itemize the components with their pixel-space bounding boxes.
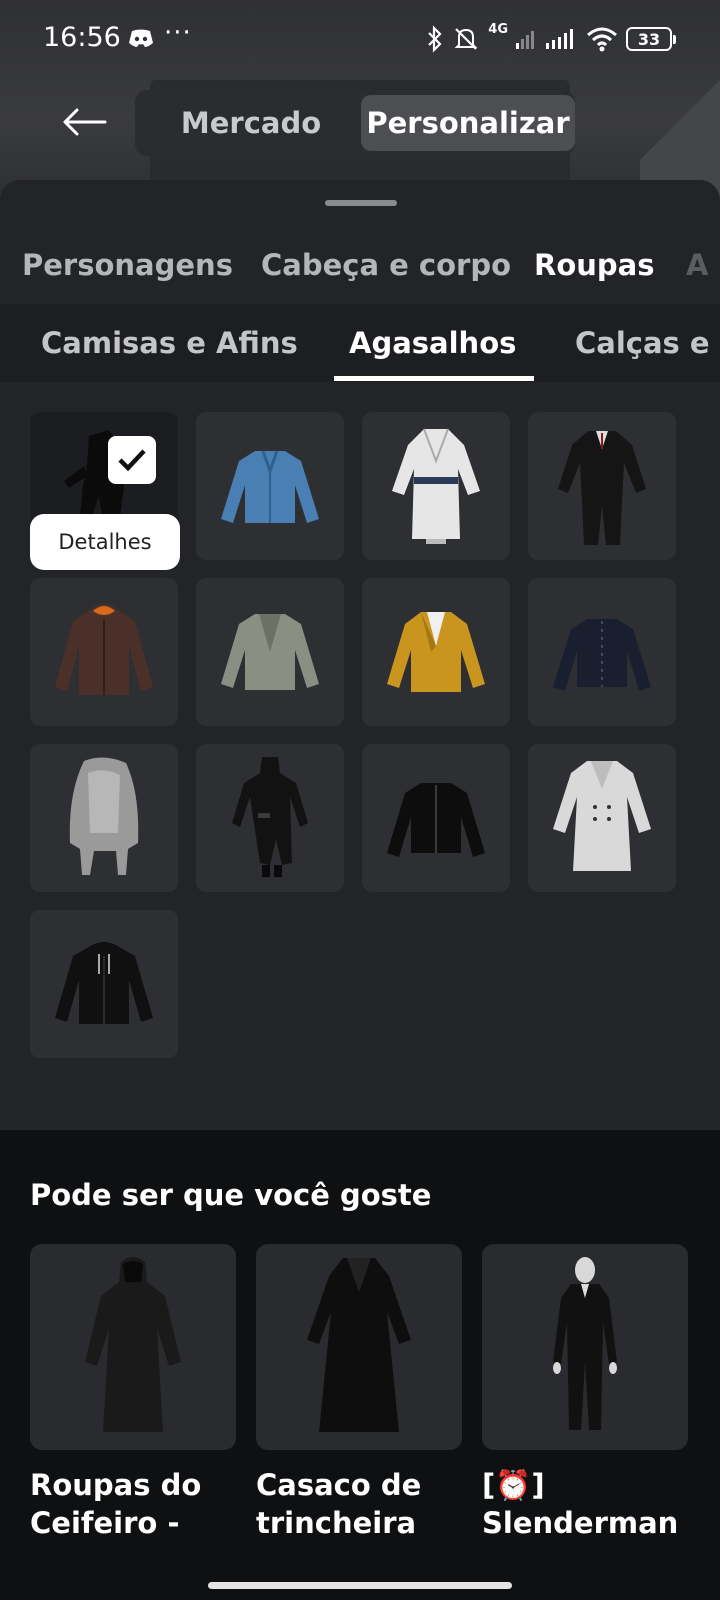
status-time: 16:56: [43, 22, 121, 53]
details-button[interactable]: Detalhes: [30, 514, 180, 570]
battery-level: 33: [637, 29, 661, 49]
recommendation-name: Casaco de trincheira de: [256, 1468, 422, 1540]
network-type: 4G: [488, 22, 508, 37]
wifi-icon: [587, 27, 617, 52]
fur-coat-icon: [69, 757, 139, 875]
trench-coat-icon: [307, 1258, 411, 1432]
grid-item[interactable]: [30, 744, 178, 892]
recommendation-name: [⏰] Slenderman: [482, 1468, 679, 1540]
battery-icon: 33: [626, 27, 676, 51]
status-icons: 4G 33: [426, 22, 676, 54]
checkmark-icon: [118, 449, 146, 472]
recommendation-card[interactable]: Casaco de trincheira de: [256, 1244, 462, 1544]
subtab-agasalhos[interactable]: Agasalhos: [349, 326, 516, 360]
recommendation-thumbnail: [30, 1244, 236, 1450]
white-robe-icon: [392, 428, 480, 544]
recommendation-thumbnail: [482, 1244, 688, 1450]
black-suit-icon: [558, 431, 646, 545]
slenderman-icon: [553, 1257, 617, 1430]
home-indicator[interactable]: [208, 1582, 512, 1589]
recommendation-name: Roupas do Ceifeiro -: [30, 1468, 202, 1540]
navy-jacket-icon: [553, 619, 651, 691]
recommendation-thumbnail: [256, 1244, 462, 1450]
grid-item[interactable]: [528, 578, 676, 726]
back-button[interactable]: [56, 100, 112, 144]
signal-icon: [516, 31, 534, 49]
grid-item[interactable]: [30, 578, 178, 726]
grid-item[interactable]: [362, 412, 510, 560]
drag-handle[interactable]: [325, 200, 397, 206]
tab-cabeca-e-corpo[interactable]: Cabeça e corpo: [261, 248, 511, 282]
status-bar: 16:56 ··· 4G 33: [0, 0, 720, 80]
signal-icon: [546, 29, 573, 49]
tab-roupas[interactable]: Roupas: [534, 248, 655, 282]
category-tabs: Personagens Cabeça e corpo Roupas A: [0, 240, 720, 304]
white-trench-coat-icon: [553, 761, 651, 871]
gold-blazer-icon: [387, 612, 485, 692]
back-arrow-icon: [63, 108, 107, 136]
grid-item[interactable]: [528, 412, 676, 560]
recommendation-card[interactable]: Roupas do Ceifeiro -: [30, 1244, 236, 1544]
segment-mercado[interactable]: Mercado: [141, 95, 361, 151]
grid-item[interactable]: [362, 744, 510, 892]
black-hoodie-icon: [55, 942, 153, 1024]
subtab-calcas[interactable]: Calças e: [575, 326, 710, 360]
black-leather-jacket-icon: [387, 783, 485, 857]
discord-icon: [129, 29, 153, 47]
tab-partial[interactable]: A: [686, 248, 708, 282]
grid-item[interactable]: [362, 578, 510, 726]
tab-personagens[interactable]: Personagens: [22, 248, 233, 282]
more-notifications-icon: ···: [164, 18, 192, 48]
grid-item[interactable]: [196, 578, 344, 726]
denim-jacket-icon: [221, 450, 319, 523]
grid-item[interactable]: [196, 412, 344, 560]
muted-bell-icon: [454, 28, 478, 50]
grid-item[interactable]: [30, 910, 178, 1058]
brown-parka-icon: [55, 604, 153, 695]
reaper-robe-icon: [85, 1257, 181, 1432]
recommendations-section: Pode ser que você goste Roupas do Ceifei…: [0, 1130, 720, 1570]
grid-item[interactable]: [528, 744, 676, 892]
active-tab-indicator: [334, 376, 534, 381]
subtab-camisas-e-afins[interactable]: Camisas e Afins: [41, 326, 298, 360]
selected-checkbox[interactable]: [108, 436, 156, 484]
grid-item[interactable]: [196, 744, 344, 892]
segment-personalizar[interactable]: Personalizar: [361, 95, 575, 151]
bluetooth-icon: [428, 25, 442, 53]
recommendation-card[interactable]: [⏰] Slenderman: [482, 1244, 688, 1544]
gray-blazer-icon: [221, 614, 319, 690]
mode-switcher: Mercado Personalizar: [135, 90, 575, 156]
black-long-coat-figure-icon: [232, 757, 308, 877]
subcategory-tabs: Camisas e Afins Agasalhos Calças e: [0, 304, 720, 382]
recommendations-title: Pode ser que você goste: [30, 1178, 432, 1212]
